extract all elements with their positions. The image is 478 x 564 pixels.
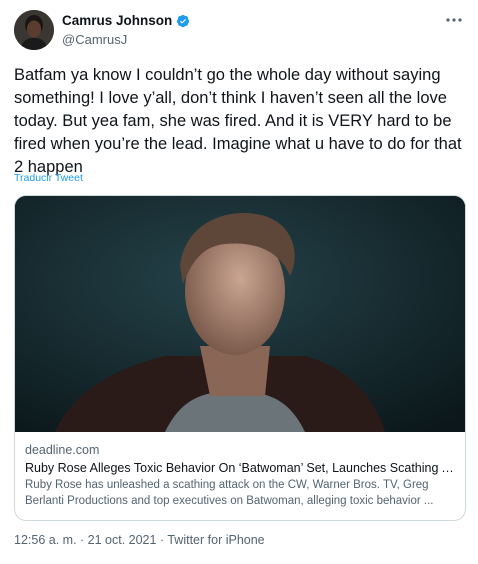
tweet-date[interactable]: 21 oct. 2021: [88, 533, 157, 547]
author-display-name[interactable]: Camrus Johnson: [62, 13, 172, 28]
card-meta: deadline.com Ruby Rose Alleges Toxic Beh…: [25, 442, 457, 509]
avatar-photo: [14, 10, 54, 50]
link-preview-card[interactable]: deadline.com Ruby Rose Alleges Toxic Beh…: [14, 195, 466, 521]
more-options-button[interactable]: [442, 8, 466, 32]
card-photo: [15, 196, 465, 432]
author-name-row[interactable]: Camrus Johnson: [62, 13, 190, 28]
tweet-time[interactable]: 12:56 a. m.: [14, 533, 77, 547]
separator: ·: [76, 533, 88, 547]
translate-tweet-link[interactable]: Traducir Tweet: [14, 172, 83, 184]
card-image[interactable]: [15, 196, 465, 432]
separator: ·: [156, 533, 168, 547]
author-handle[interactable]: @CamrusJ: [62, 32, 127, 47]
tweet: Camrus Johnson @CamrusJ Batfam ya know I…: [0, 0, 478, 564]
tweet-timestamp: 12:56 a. m. · 21 oct. 2021 · Twitter for…: [14, 533, 265, 547]
avatar[interactable]: [14, 10, 54, 50]
card-title: Ruby Rose Alleges Toxic Behavior On ‘Bat…: [25, 461, 457, 475]
more-options-icon: [446, 18, 462, 22]
tweet-source[interactable]: Twitter for iPhone: [167, 533, 264, 547]
card-domain: deadline.com: [25, 443, 100, 457]
verified-badge-icon: [177, 14, 190, 27]
card-description: Ruby Rose has unleashed a scathing attac…: [25, 479, 434, 507]
tweet-text: Batfam ya know I couldn’t go the whole d…: [14, 66, 467, 176]
